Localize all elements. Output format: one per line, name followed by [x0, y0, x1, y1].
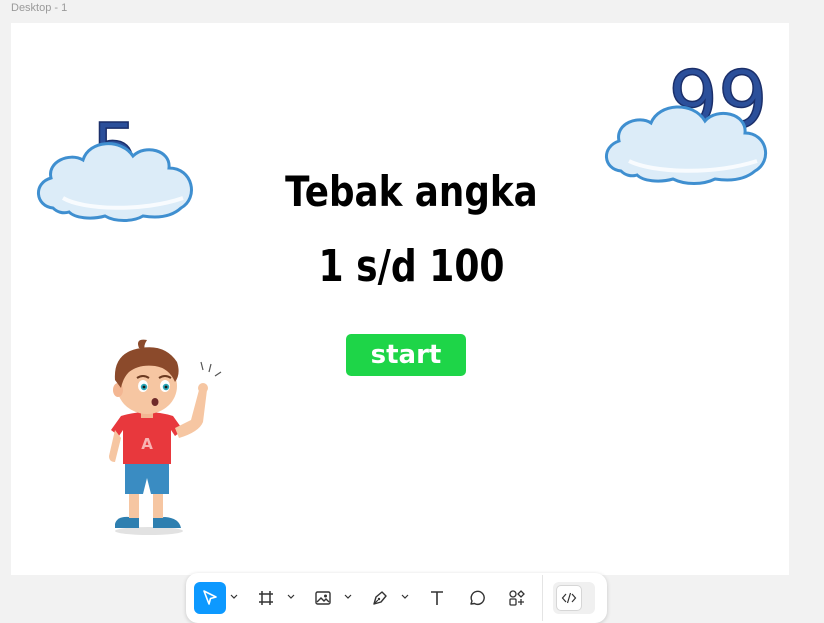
pen-tool-menu-caret[interactable] — [401, 592, 409, 602]
svg-text:A: A — [141, 435, 153, 453]
toolbar-divider — [542, 575, 543, 621]
boy-pointing-illustration: A — [109, 339, 222, 535]
chevron-down-icon — [344, 594, 352, 599]
speech-bubble-icon — [470, 590, 485, 605]
comment-tool-button[interactable] — [461, 582, 493, 614]
dev-mode-toggle[interactable] — [553, 582, 595, 614]
pen-tool-button[interactable] — [364, 582, 396, 614]
image-tool-button[interactable] — [307, 582, 339, 614]
move-tool-button[interactable] — [194, 582, 226, 614]
chevron-down-icon — [230, 594, 238, 599]
shapes-plus-icon — [509, 590, 525, 606]
chevron-down-icon — [401, 594, 409, 599]
pen-nib-icon — [373, 591, 387, 605]
page-subtitle: 1 s/d 100 — [318, 241, 505, 292]
image-tool-menu-caret[interactable] — [344, 592, 352, 602]
text-tool-button[interactable] — [421, 582, 453, 614]
page-title: Tebak angka — [285, 167, 538, 216]
code-brackets-icon — [561, 592, 577, 604]
start-button[interactable]: start — [346, 334, 466, 376]
cloud-right-with-number: 99 — [605, 55, 768, 185]
artboard-desktop-1[interactable]: 5 99 Tebak angka 1 s/d 100 A — [11, 23, 789, 575]
bottom-toolbar — [186, 573, 607, 623]
text-t-icon — [431, 591, 443, 605]
frame-hash-icon — [259, 591, 273, 605]
frame-label[interactable]: Desktop - 1 — [11, 2, 67, 14]
move-tool-menu-caret[interactable] — [230, 592, 238, 602]
cursor-arrow-icon — [203, 590, 217, 605]
chevron-down-icon — [287, 594, 295, 599]
actions-tool-button[interactable] — [501, 582, 533, 614]
image-icon — [315, 591, 331, 605]
frame-tool-menu-caret[interactable] — [287, 592, 295, 602]
dev-mode-knob — [556, 585, 582, 611]
frame-tool-button[interactable] — [250, 582, 282, 614]
